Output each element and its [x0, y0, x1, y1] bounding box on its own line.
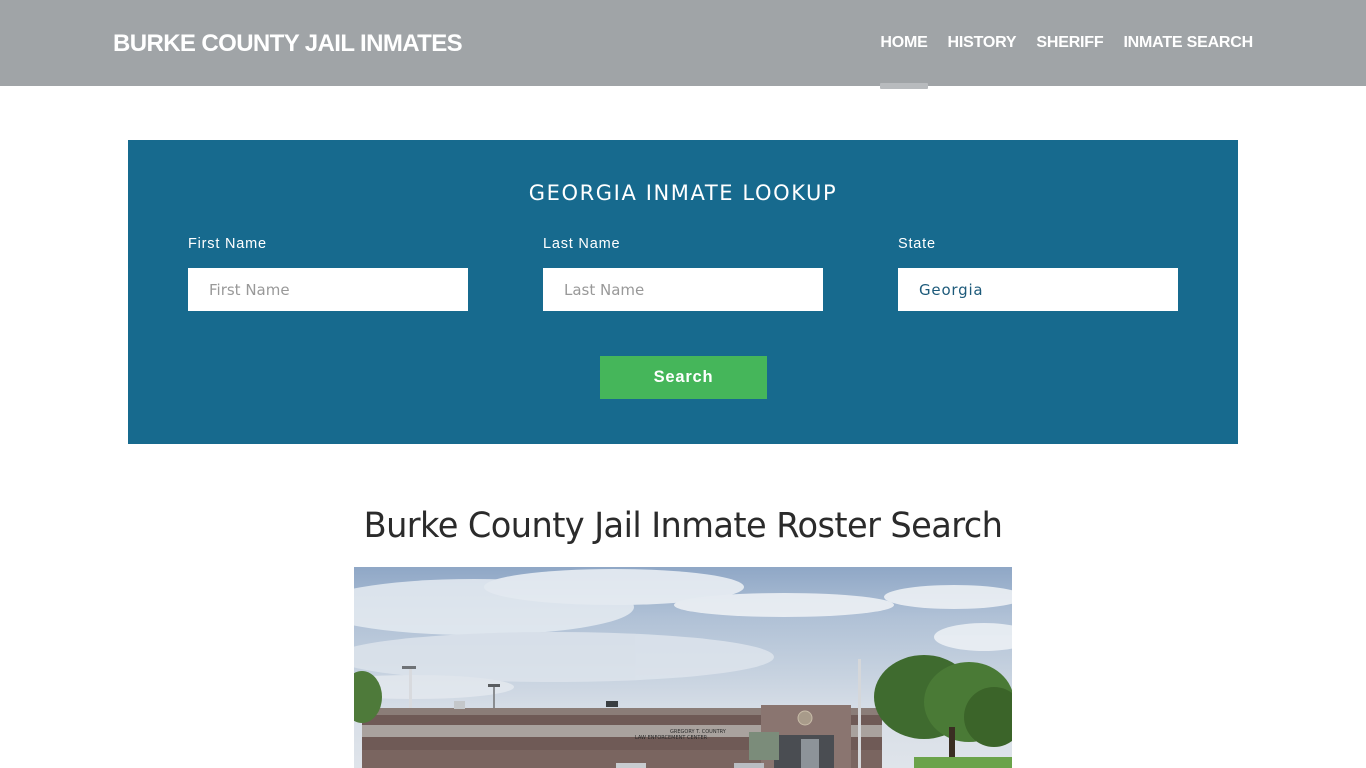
state-label: State — [898, 236, 936, 252]
last-name-label: Last Name — [543, 236, 621, 252]
site-brand-link[interactable]: BURKE COUNTY JAIL INMATES — [113, 30, 463, 58]
state-select[interactable]: Georgia — [898, 268, 1178, 311]
lookup-title: GEORGIA INMATE LOOKUP — [528, 181, 838, 205]
state-select-value: Georgia — [919, 280, 984, 299]
page-headline: Burke County Jail Inmate Roster Search — [363, 506, 1003, 546]
svg-text:LAW ENFORCEMENT CENTER: LAW ENFORCEMENT CENTER — [635, 735, 708, 741]
jail-building-photo: GREGORY T. COUNTRY LAW ENFORCEMENT CENTE… — [354, 567, 1012, 768]
nav-inmate-search[interactable]: INMATE SEARCH — [1123, 0, 1253, 86]
first-name-label: First Name — [188, 236, 267, 252]
site-header: BURKE COUNTY JAIL INMATES HOME HISTORY S… — [0, 0, 1366, 89]
jail-building-illustration: GREGORY T. COUNTRY LAW ENFORCEMENT CENTE… — [354, 569, 1012, 768]
main-nav: HOME HISTORY SHERIFF INMATE SEARCH — [880, 0, 1253, 89]
search-button[interactable]: Search — [600, 356, 767, 399]
nav-home[interactable]: HOME — [880, 0, 928, 89]
last-name-input[interactable] — [543, 268, 823, 311]
nav-history[interactable]: HISTORY — [948, 0, 1017, 86]
nav-sheriff[interactable]: SHERIFF — [1036, 0, 1103, 86]
first-name-input[interactable] — [188, 268, 468, 311]
